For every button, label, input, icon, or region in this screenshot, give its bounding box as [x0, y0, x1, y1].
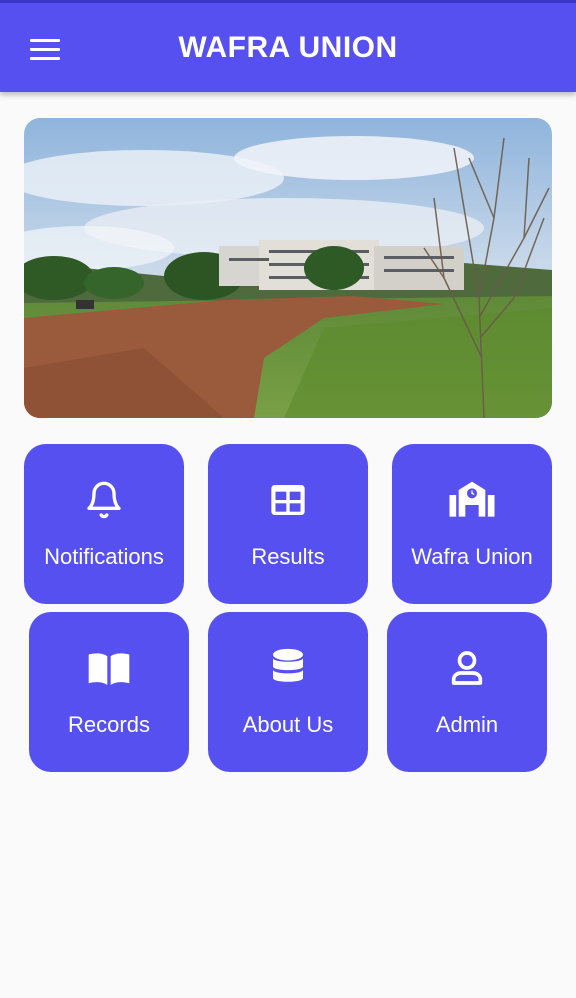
database-icon	[208, 648, 368, 688]
tile-label: About Us	[242, 712, 334, 737]
bell-icon	[24, 480, 184, 520]
notifications-tile[interactable]: Notifications	[24, 444, 184, 604]
tile-label: Admin	[435, 712, 499, 737]
tile-label: Results	[251, 544, 325, 569]
tile-label: Wafra Union	[411, 544, 533, 569]
person-icon	[387, 648, 547, 688]
wafra-union-tile[interactable]: Wafra Union	[392, 444, 552, 604]
school-building-icon	[392, 480, 552, 520]
about-us-tile[interactable]: About Us	[208, 612, 368, 772]
records-tile[interactable]: Records	[29, 612, 189, 772]
hero-image	[24, 118, 552, 418]
open-book-icon	[29, 648, 189, 688]
table-grid-icon	[208, 480, 368, 520]
tile-label: Notifications	[44, 544, 164, 569]
app-bar: WAFRA UNION	[0, 3, 576, 92]
tile-label: Records	[68, 712, 150, 737]
admin-tile[interactable]: Admin	[387, 612, 547, 772]
results-tile[interactable]: Results	[208, 444, 368, 604]
campus-photo	[24, 118, 552, 418]
app-title: WAFRA UNION	[178, 31, 398, 64]
